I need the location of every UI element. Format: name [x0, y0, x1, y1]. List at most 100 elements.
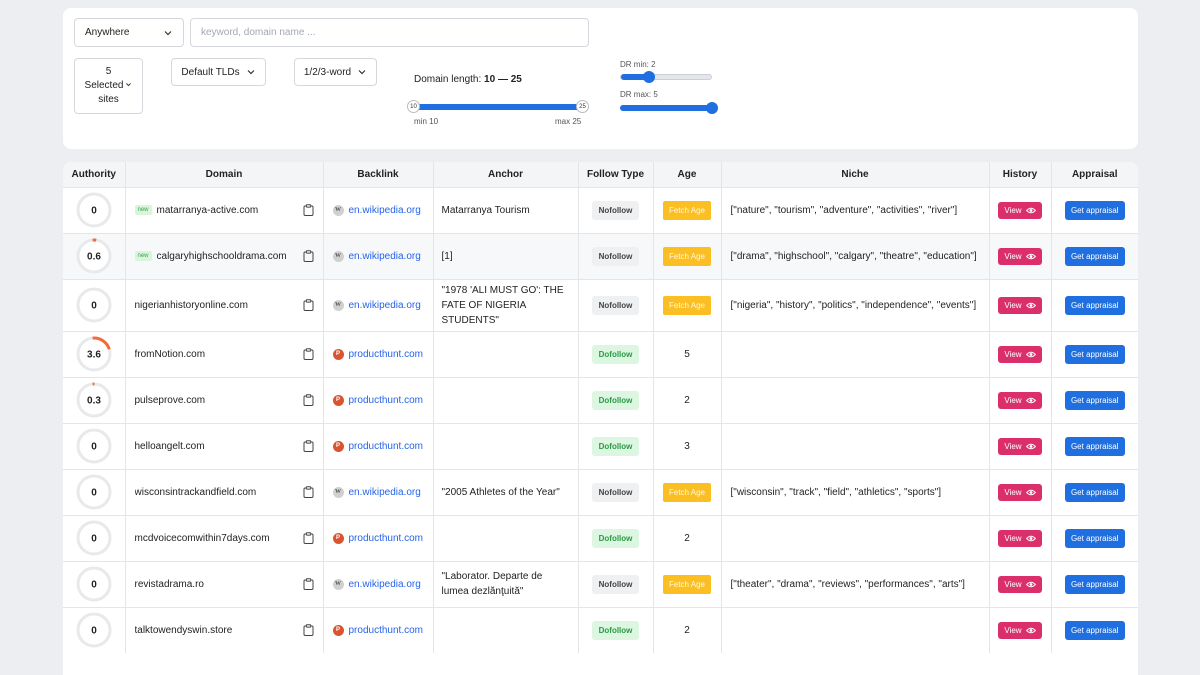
- domain-name[interactable]: pulseprove.com: [135, 395, 303, 406]
- backlink-link[interactable]: en.wikipedia.org: [349, 487, 421, 498]
- table-row[interactable]: 0 nigerianhistoryonline.com Wen.wikipedia.…: [63, 278, 1138, 331]
- column-header: Anchor: [433, 162, 579, 187]
- tlds-select[interactable]: Default TLDs: [171, 58, 266, 86]
- domain-name[interactable]: wisconsintrackandfield.com: [135, 487, 303, 498]
- view-history-button[interactable]: View: [998, 391, 1042, 409]
- appraisal-cell: Get appraisal: [1051, 330, 1138, 377]
- view-history-button[interactable]: View: [998, 201, 1042, 219]
- age-value: 3: [684, 440, 690, 452]
- location-select[interactable]: Anywhere: [74, 18, 184, 47]
- domain-cell: fromNotion.com: [125, 330, 324, 377]
- get-appraisal-button[interactable]: Get appraisal: [1064, 528, 1125, 548]
- eye-icon: [1025, 207, 1036, 213]
- wikipedia-icon: W: [332, 204, 344, 216]
- backlink-link[interactable]: producthunt.com: [349, 533, 424, 544]
- table-row[interactable]: 0 new matarranya-active.com Wen.wikipedia.o…: [63, 186, 1138, 233]
- get-appraisal-button[interactable]: Get appraisal: [1064, 200, 1125, 220]
- appraisal-cell: Get appraisal: [1051, 514, 1138, 561]
- anchor-cell: "1978 'ALI MUST GO': THE FATE OF NIGERIA…: [433, 278, 579, 331]
- view-history-button[interactable]: View: [998, 247, 1042, 265]
- get-appraisal-button[interactable]: Get appraisal: [1064, 574, 1125, 594]
- get-appraisal-button[interactable]: Get appraisal: [1064, 436, 1125, 456]
- authority-value: 0: [91, 488, 97, 499]
- backlink-link[interactable]: producthunt.com: [349, 395, 424, 406]
- clipboard-icon[interactable]: [303, 394, 314, 406]
- domain-name[interactable]: matarranya-active.com: [157, 205, 303, 216]
- table-row[interactable]: 0 helloangelt.com Pproducthunt.com Dofollow…: [63, 422, 1138, 469]
- history-cell: View: [989, 514, 1052, 561]
- get-appraisal-button[interactable]: Get appraisal: [1064, 482, 1125, 502]
- domain-length-slider[interactable]: [414, 104, 583, 110]
- table-row[interactable]: 0.3 pulseprove.com Pproducthunt.com Dofollo…: [63, 376, 1138, 423]
- table-row[interactable]: 0 talktowendyswin.store Pproducthunt.com Do…: [63, 606, 1138, 653]
- domain-name[interactable]: nigerianhistoryonline.com: [135, 300, 303, 311]
- clipboard-icon[interactable]: [303, 624, 314, 637]
- clipboard-icon[interactable]: [303, 532, 314, 544]
- view-history-button[interactable]: View: [998, 296, 1042, 314]
- clipboard-icon[interactable]: [303, 250, 314, 262]
- fetch-age-button[interactable]: Fetch Age: [662, 295, 712, 315]
- dr-min-knob[interactable]: [643, 71, 655, 83]
- domain-name[interactable]: mcdvoicecomwithin7days.com: [135, 533, 303, 544]
- backlink-link[interactable]: en.wikipedia.org: [349, 300, 421, 311]
- follow-type-badge: Dofollow: [591, 390, 640, 410]
- get-appraisal-button[interactable]: Get appraisal: [1064, 246, 1125, 266]
- word-count-select[interactable]: 1/2/3-word: [294, 58, 377, 86]
- clipboard-icon[interactable]: [303, 204, 314, 216]
- clipboard-icon[interactable]: [303, 348, 314, 360]
- backlink-cell: Pproducthunt.com: [323, 330, 434, 377]
- get-appraisal-button[interactable]: Get appraisal: [1064, 344, 1125, 364]
- fetch-age-button[interactable]: Fetch Age: [662, 200, 712, 220]
- chevron-down-icon: [246, 67, 256, 77]
- view-history-button[interactable]: View: [998, 483, 1042, 501]
- view-history-button[interactable]: View: [998, 345, 1042, 363]
- clipboard-icon[interactable]: [303, 440, 314, 452]
- backlink-link[interactable]: producthunt.com: [349, 625, 424, 636]
- table-row[interactable]: 3.6 fromNotion.com Pproducthunt.com Dofollo…: [63, 330, 1138, 377]
- keyword-search-input[interactable]: [190, 18, 589, 47]
- view-history-button[interactable]: View: [998, 529, 1042, 547]
- table-row[interactable]: 0 wisconsintrackandfield.com Wen.wikipedia…: [63, 468, 1138, 515]
- backlink-link[interactable]: en.wikipedia.org: [349, 579, 421, 590]
- niche-cell: ["nigeria", "history", "politics", "inde…: [721, 278, 990, 331]
- age-cell: 3: [653, 422, 722, 469]
- dr-min-slider[interactable]: [620, 74, 712, 80]
- domain-name[interactable]: helloangelt.com: [135, 441, 303, 452]
- fetch-age-button[interactable]: Fetch Age: [662, 482, 712, 502]
- dr-max-knob[interactable]: [706, 102, 718, 114]
- history-cell: View: [989, 278, 1052, 331]
- fetch-age-button[interactable]: Fetch Age: [662, 574, 712, 594]
- view-history-button[interactable]: View: [998, 437, 1042, 455]
- authority-gauge: 0: [76, 287, 112, 323]
- view-history-button[interactable]: View: [998, 575, 1042, 593]
- domain-length-max-handle[interactable]: 25: [576, 100, 589, 113]
- clipboard-icon[interactable]: [303, 299, 314, 311]
- domain-name[interactable]: fromNotion.com: [135, 349, 303, 360]
- backlink-link[interactable]: producthunt.com: [349, 441, 424, 452]
- view-label: View: [1004, 441, 1022, 451]
- authority-gauge: 0: [76, 428, 112, 464]
- history-cell: View: [989, 560, 1052, 607]
- table-row[interactable]: 0 revistadrama.ro Wen.wikipedia.org "Labora…: [63, 560, 1138, 607]
- domain-length-min-handle[interactable]: 10: [407, 100, 420, 113]
- niche-tags: ["wisconsin", "track", "field", "athleti…: [730, 486, 942, 498]
- domain-name[interactable]: talktowendyswin.store: [135, 625, 303, 636]
- backlink-link[interactable]: producthunt.com: [349, 349, 424, 360]
- get-appraisal-button[interactable]: Get appraisal: [1064, 295, 1125, 315]
- sites-select[interactable]: 5 Selected sites: [74, 58, 143, 114]
- get-appraisal-button[interactable]: Get appraisal: [1064, 390, 1125, 410]
- table-row[interactable]: 0 mcdvoicecomwithin7days.com Pproducthunt.…: [63, 514, 1138, 561]
- table-row[interactable]: 0.6 new calgaryhighschooldrama.com Wen.wiki…: [63, 232, 1138, 279]
- get-appraisal-button[interactable]: Get appraisal: [1064, 620, 1125, 640]
- fetch-age-button[interactable]: Fetch Age: [662, 246, 712, 266]
- new-badge: new: [134, 205, 152, 215]
- domain-name[interactable]: revistadrama.ro: [135, 579, 303, 590]
- follow-type-badge: Nofollow: [591, 295, 640, 315]
- backlink-link[interactable]: en.wikipedia.org: [349, 251, 421, 262]
- backlink-link[interactable]: en.wikipedia.org: [349, 205, 421, 216]
- dr-max-slider[interactable]: [620, 105, 712, 111]
- clipboard-icon[interactable]: [303, 486, 314, 498]
- domain-name[interactable]: calgaryhighschooldrama.com: [157, 251, 303, 262]
- clipboard-icon[interactable]: [303, 578, 314, 590]
- view-history-button[interactable]: View: [998, 621, 1042, 639]
